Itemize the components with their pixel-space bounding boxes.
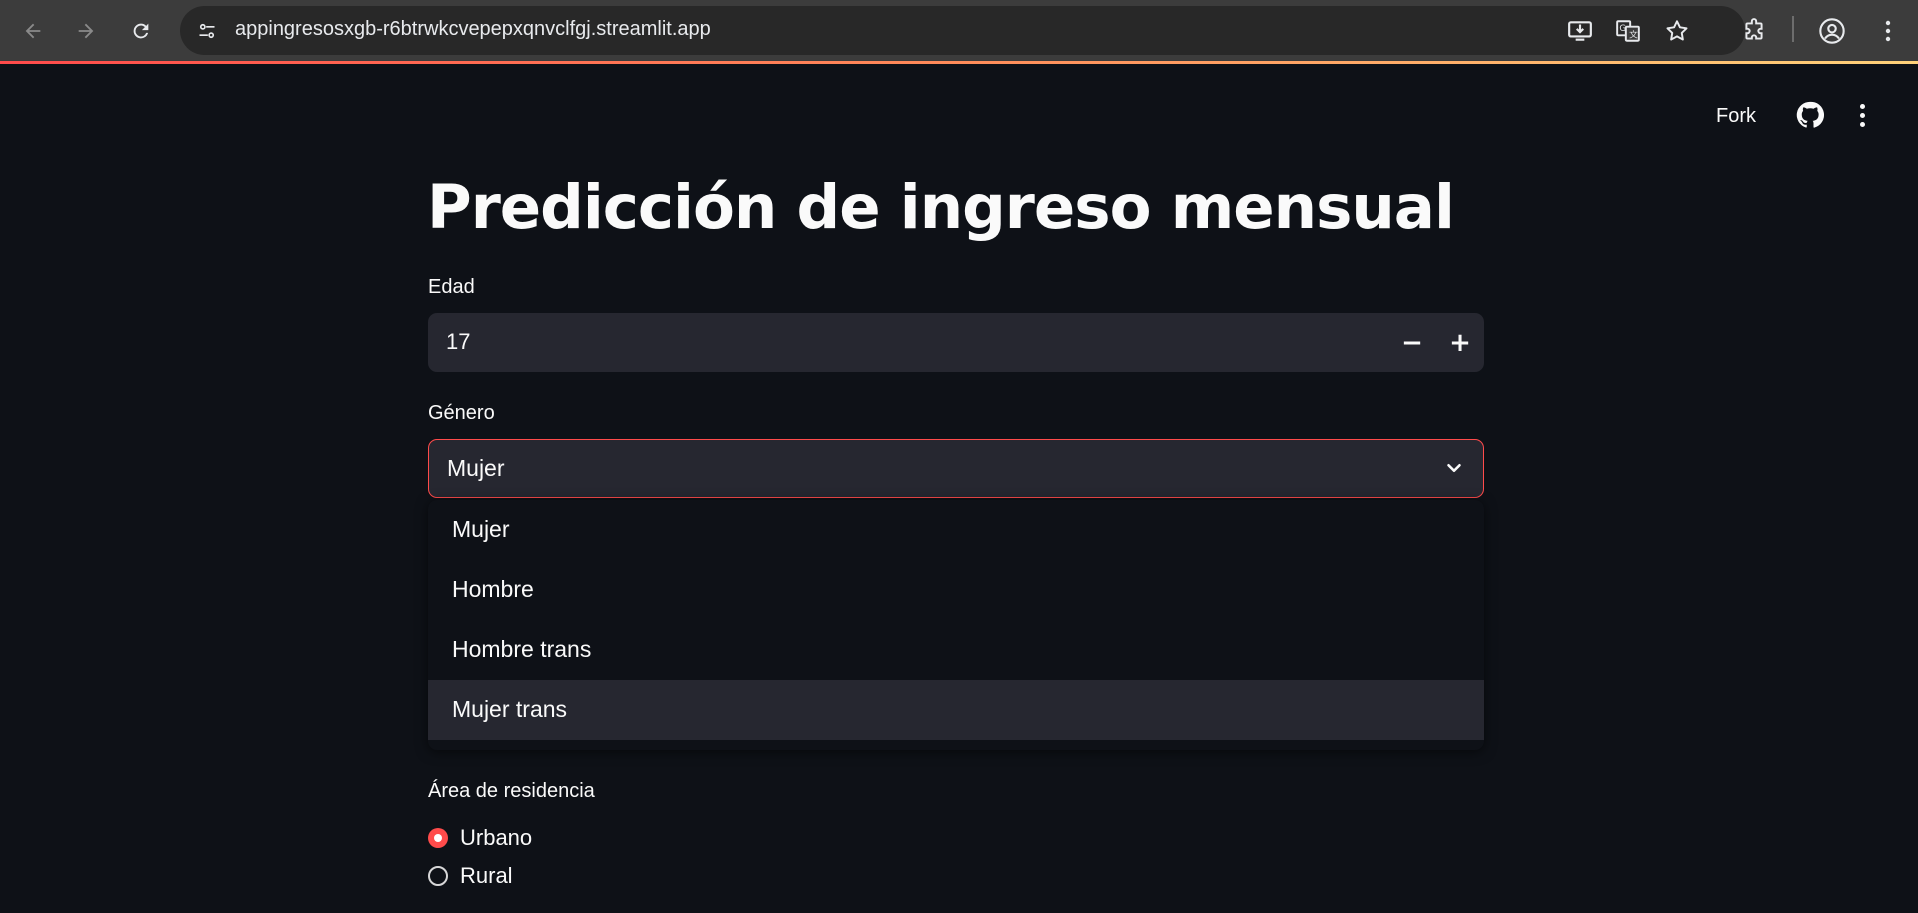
profile-icon[interactable] [1814,13,1850,49]
page-title: Predicción de ingreso mensual [427,172,1455,243]
gender-selected-value: Mujer [447,455,505,481]
forward-icon[interactable] [68,13,104,49]
radio-rural[interactable]: Rural [428,862,513,890]
age-number-input[interactable]: 17 − + [428,313,1484,372]
chevron-down-icon [1447,463,1461,473]
fork-button[interactable]: Fork [1716,100,1756,132]
option-hombre-trans[interactable]: Hombre trans [428,620,1484,680]
gender-label: Género [428,402,495,424]
svg-text:G: G [1619,24,1626,34]
app-loading-bar [0,61,1918,64]
radio-selected-icon[interactable] [428,828,448,848]
svg-text:文: 文 [1629,29,1638,41]
extensions-icon[interactable] [1736,13,1772,49]
main-menu-icon[interactable] [1850,100,1874,130]
area-label: Área de residencia [428,780,595,802]
toolbar-divider [1792,16,1794,42]
decrement-button[interactable]: − [1392,323,1432,363]
browser-toolbar: appingresosxgb-r6btrwkcvepepxqnvclfgj.st… [0,0,1918,61]
back-icon[interactable] [15,13,51,49]
increment-button[interactable]: + [1440,323,1480,363]
install-app-icon[interactable] [1562,13,1598,49]
more-vert-icon[interactable] [1870,13,1906,49]
option-mujer[interactable]: Mujer [428,500,1484,560]
option-mujer-trans[interactable]: Mujer trans [428,680,1484,740]
option-hombre[interactable]: Hombre [428,560,1484,620]
gender-select[interactable]: Mujer [428,439,1484,498]
bookmark-star-icon[interactable] [1659,13,1695,49]
reload-icon[interactable] [123,13,159,49]
address-bar[interactable]: appingresosxgb-r6btrwkcvepepxqnvclfgj.st… [180,6,1745,55]
age-value[interactable]: 17 [446,329,470,355]
translate-icon[interactable]: 文G [1610,13,1646,49]
radio-unselected-icon[interactable] [428,866,448,886]
age-label: Edad [428,276,475,298]
radio-urbano[interactable]: Urbano [428,824,532,852]
site-info-icon[interactable] [190,14,223,47]
url-text[interactable]: appingresosxgb-r6btrwkcvepepxqnvclfgj.st… [235,18,711,41]
gender-dropdown-menu: Mujer Hombre Hombre trans Mujer trans [428,500,1484,750]
github-icon[interactable] [1795,100,1825,130]
